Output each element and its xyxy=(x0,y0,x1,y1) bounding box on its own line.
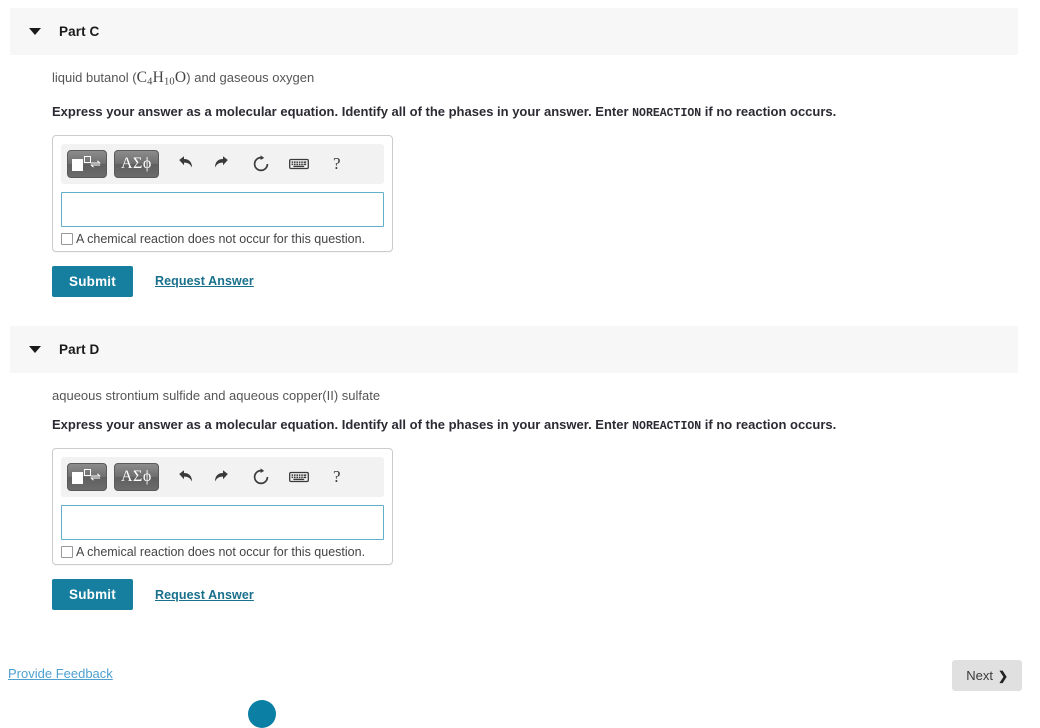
request-answer-link[interactable]: Request Answer xyxy=(155,588,254,602)
answer-widget-d: ⇌ ΑΣϕ ? A chemical reaction does not occ… xyxy=(52,448,393,565)
template-icon: ⇌ xyxy=(72,468,102,486)
answer-toolbar: ⇌ ΑΣϕ ? xyxy=(61,457,384,497)
keyboard-icon[interactable] xyxy=(284,463,314,491)
reactants-suffix: ) and gaseous oxygen xyxy=(186,70,315,85)
no-reaction-checkbox[interactable] xyxy=(61,546,73,558)
no-reaction-checkbox[interactable] xyxy=(61,232,73,245)
chemical-formula: C4H10O xyxy=(136,69,187,88)
part-body-d: aqueous strontium sulfide and aqueous co… xyxy=(0,373,1040,610)
help-icon[interactable]: ? xyxy=(322,463,352,491)
reset-icon[interactable] xyxy=(246,463,276,491)
submit-button[interactable]: Submit xyxy=(52,265,133,297)
part-header-d[interactable]: Part D xyxy=(10,326,1018,373)
caret-down-icon[interactable] xyxy=(29,346,41,353)
part-title: Part D xyxy=(59,342,100,357)
instruction-after: if no reaction occurs. xyxy=(701,103,837,119)
chevron-right-icon: ❯ xyxy=(997,668,1008,683)
instruction-after: if no reaction occurs. xyxy=(701,417,837,432)
reactants-prefix: aqueous strontium sulfide and aqueous co… xyxy=(52,388,381,403)
greek-symbols-button[interactable]: ΑΣϕ xyxy=(114,463,159,491)
no-reaction-label: A chemical reaction does not occur for t… xyxy=(76,231,366,246)
template-icon: ⇌ xyxy=(72,155,102,173)
answer-widget-c: ⇌ ΑΣϕ ? A chemical reaction does not occ… xyxy=(52,134,393,252)
answer-toolbar: ⇌ ΑΣϕ ? xyxy=(61,143,384,184)
reactants-text: aqueous strontium sulfide and aqueous co… xyxy=(52,387,1040,405)
instruction-text: Express your answer as a molecular equat… xyxy=(52,103,1040,122)
greek-symbols-button[interactable]: ΑΣϕ xyxy=(114,149,159,178)
request-answer-link[interactable]: Request Answer xyxy=(155,274,254,288)
next-button-label: Next xyxy=(966,668,993,683)
help-icon[interactable]: ? xyxy=(322,150,352,178)
no-reaction-label: A chemical reaction does not occur for t… xyxy=(76,545,366,559)
redo-icon[interactable] xyxy=(208,463,238,491)
formula-sub-1: 4 xyxy=(147,76,153,88)
template-button[interactable]: ⇌ xyxy=(67,149,107,178)
reactants-prefix: liquid butanol ( xyxy=(52,70,137,85)
redo-icon[interactable] xyxy=(208,150,238,178)
template-button[interactable]: ⇌ xyxy=(67,463,107,491)
instruction-before: Express your answer as a molecular equat… xyxy=(52,417,633,432)
instruction-text: Express your answer as a molecular equat… xyxy=(52,416,1040,435)
part-section-d: Part D aqueous strontium sulfide and aqu… xyxy=(0,326,1040,610)
undo-icon[interactable] xyxy=(170,463,200,491)
keyboard-icon[interactable] xyxy=(284,150,314,178)
no-reaction-row[interactable]: A chemical reaction does not occur for t… xyxy=(61,232,384,246)
reactants-text: liquid butanol (C4H10O) and gaseous oxyg… xyxy=(52,69,1040,92)
footer: Provide Feedback Next ❯ xyxy=(0,660,1040,700)
submit-row: Submit Request Answer xyxy=(52,265,1040,297)
part-header-c[interactable]: Part C xyxy=(10,8,1018,55)
caret-down-icon[interactable] xyxy=(29,28,41,35)
part-body-c: liquid butanol (C4H10O) and gaseous oxyg… xyxy=(0,55,1040,297)
submit-row: Submit Request Answer xyxy=(52,579,1040,610)
answer-input[interactable] xyxy=(61,505,384,540)
part-title: Part C xyxy=(59,24,100,39)
answer-input[interactable] xyxy=(61,191,384,227)
submit-button[interactable]: Submit xyxy=(52,579,133,610)
noreaction-token: NOREACTION xyxy=(632,420,702,433)
noreaction-token: NOREACTION xyxy=(632,106,702,120)
no-reaction-row[interactable]: A chemical reaction does not occur for t… xyxy=(61,545,384,559)
undo-icon[interactable] xyxy=(170,150,200,178)
formula-sub-2: 10 xyxy=(163,76,175,88)
floating-action-button[interactable] xyxy=(248,700,276,728)
reset-icon[interactable] xyxy=(246,150,276,178)
instruction-before: Express your answer as a molecular equat… xyxy=(52,103,633,119)
part-section-c: Part C liquid butanol (C4H10O) and gaseo… xyxy=(0,8,1040,297)
provide-feedback-link[interactable]: Provide Feedback xyxy=(8,666,113,681)
next-button[interactable]: Next ❯ xyxy=(952,660,1022,691)
